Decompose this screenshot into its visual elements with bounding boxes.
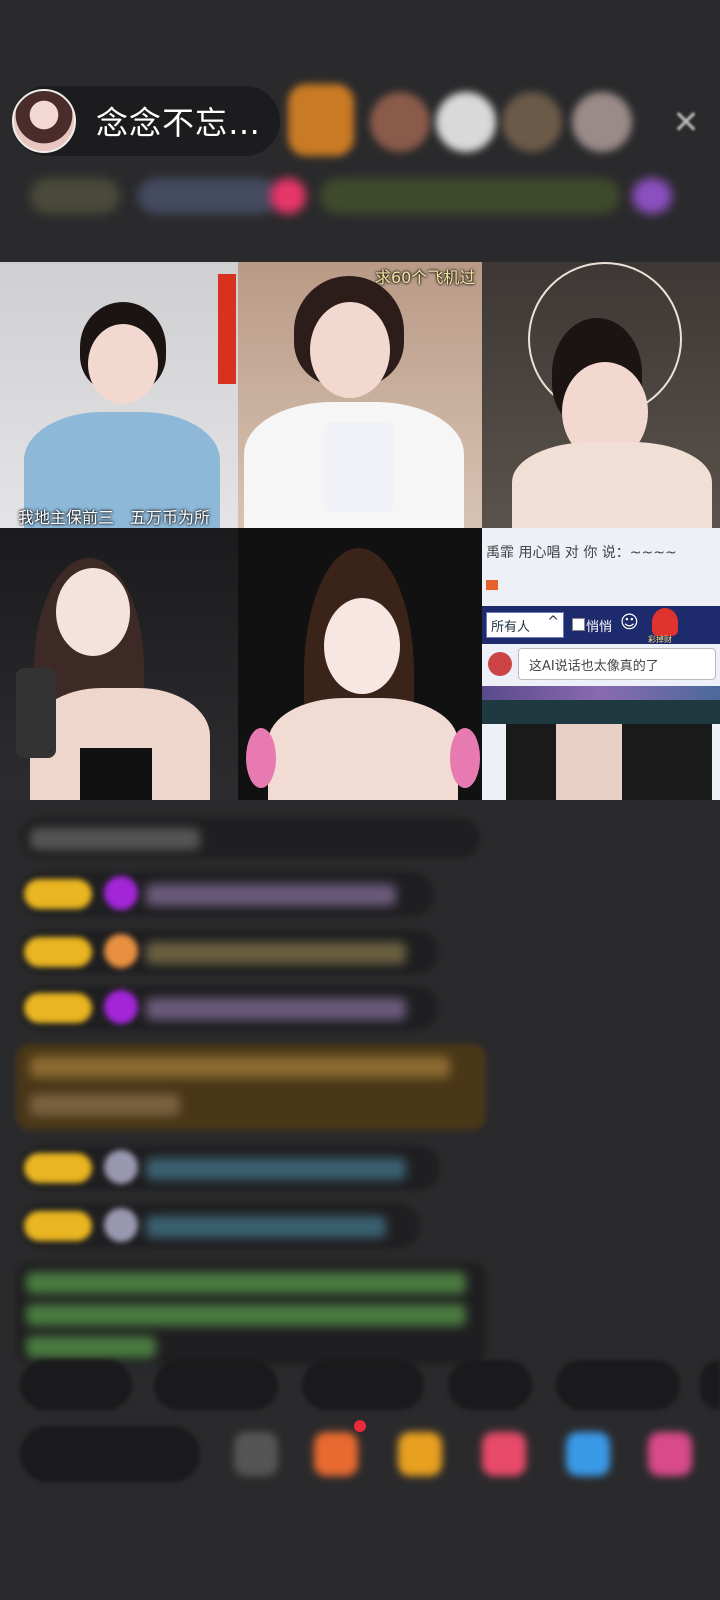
drink-cup [324,422,394,512]
user-avatar [104,876,138,910]
top-viewer-avatar[interactable] [370,92,430,152]
video-cell-2[interactable]: 求60个飞机过 [238,262,482,528]
blurred-text [146,1216,386,1238]
overlay-dark-band [482,700,720,724]
pink-chair [246,728,276,788]
video-cell-3[interactable] [482,262,720,528]
blurred-text [26,1336,156,1358]
video-cell-1-caption: 我地主保前三 五万币为所 [18,508,211,527]
audience-select-value: 所有人 [491,620,531,635]
gift-icon[interactable] [270,178,306,214]
audience-select[interactable]: 所有人 ^ [486,612,564,638]
overlay-banner [482,686,720,700]
level-badge [24,993,92,1023]
user-avatar [104,1208,138,1242]
host-avatar[interactable] [12,89,76,153]
blurred-text [30,828,200,850]
treasure-icon[interactable] [398,1432,442,1476]
blurred-text [30,1094,180,1116]
level-badge [24,1153,92,1183]
user-avatar [104,990,138,1024]
overlay-user-avatar [488,652,512,676]
blurred-tag[interactable] [30,178,120,214]
gift-label: 彩掉财 [648,635,672,644]
overlay-input-text: 这AI说话也太像真的了 [529,659,659,674]
speaker-icon [486,580,498,590]
level-badge [24,879,92,909]
blurred-text [146,998,406,1020]
blurred-text [146,942,406,964]
quick-reply-pill[interactable] [154,1360,278,1410]
user-avatar [104,1150,138,1184]
quick-reply-pill[interactable] [20,1360,132,1410]
chat-input-button[interactable] [20,1426,200,1482]
quick-reply-pill[interactable] [448,1360,532,1410]
top-viewer-avatar[interactable] [502,92,562,152]
top-viewer-avatar[interactable] [572,92,632,152]
top-viewer-avatar[interactable] [288,84,354,156]
pink-chair [450,728,480,788]
close-icon[interactable]: ✕ [668,104,704,140]
game-icon[interactable] [566,1432,610,1476]
gift-box-icon[interactable] [314,1432,358,1476]
video-cell-5[interactable] [238,528,482,800]
blurred-tag[interactable] [320,178,620,214]
quick-reply-pill[interactable] [302,1360,424,1410]
video-cell-1[interactable]: 我地主保前三 五万币为所 [0,262,238,528]
blurred-text [26,1304,466,1326]
quick-reply-pill[interactable] [700,1360,720,1410]
blurred-text [146,1158,406,1180]
video-cell-4[interactable] [0,528,238,800]
dress [80,748,152,800]
cell-6-dress [622,724,712,800]
overlay-message-line: 禹霏 用心唱 对 你 说：~~~~ [486,545,677,561]
emoji-icon[interactable]: ☺ [620,612,639,633]
host-info-pill[interactable]: 念念不忘… [12,86,280,156]
video-cell-6[interactable]: 禹霏 用心唱 对 你 说：~~~~ 所有人 ^ 悄悄 ☺ 彩掉财 这AI说话也太… [482,528,720,800]
blurred-text [146,884,396,906]
overlay-toolbar: 所有人 ^ 悄悄 ☺ 彩掉财 [482,606,720,644]
blurred-text [30,1056,450,1078]
blurred-text [26,1272,466,1294]
microphone [16,668,56,758]
whisper-checkbox[interactable] [572,618,585,631]
level-badge [24,937,92,967]
user-avatar [104,934,138,968]
couplet-decoration [218,274,236,384]
notification-dot [354,1420,366,1432]
blurred-tag[interactable] [138,178,278,214]
top-viewer-avatar[interactable] [436,92,496,152]
overlay-chat-input[interactable]: 这AI说话也太像真的了 [518,648,716,680]
level-badge [24,1211,92,1241]
video-cell-2-caption: 求60个飞机过 [375,268,476,287]
host-name: 念念不忘… [96,104,262,142]
heart-icon[interactable] [482,1432,526,1476]
quick-reply-pill[interactable] [556,1360,680,1410]
cell-6-dress [506,724,556,800]
blurred-tag[interactable] [632,178,672,214]
whisper-label: 悄悄 [586,620,613,635]
red-envelope-icon[interactable] [652,608,678,636]
room-tags-row [20,170,710,226]
chevron-up-icon: ^ [547,614,559,630]
more-options-icon[interactable] [234,1432,278,1476]
grid-menu-icon[interactable] [648,1432,692,1476]
